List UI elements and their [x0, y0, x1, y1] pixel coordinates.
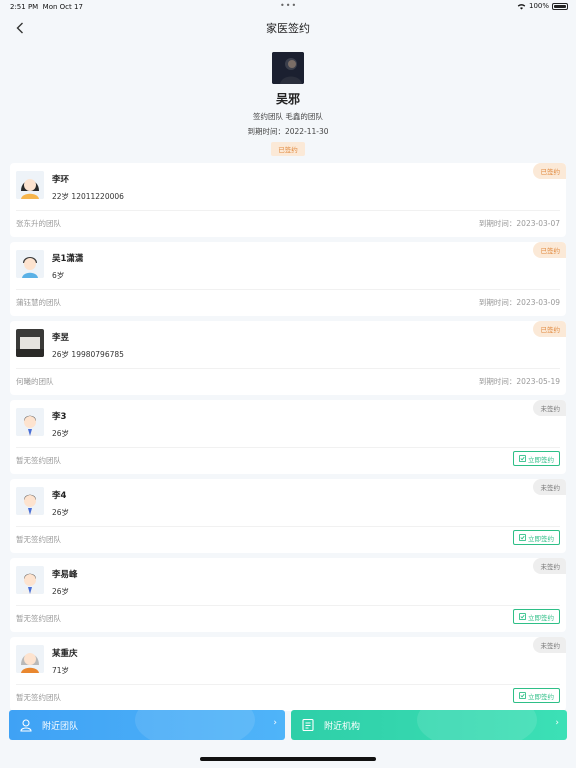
divider	[16, 368, 560, 369]
status-badge: 未签约	[532, 558, 566, 574]
member-info: 26岁	[52, 587, 70, 596]
document-icon	[300, 717, 316, 733]
wifi-icon	[517, 3, 526, 10]
nearby-institution-button[interactable]: 附近机构 ›	[291, 710, 567, 740]
status-badge: 已签约	[532, 163, 566, 179]
sign-now-label: 立即签约	[528, 692, 554, 701]
profile-team: 签约团队 毛鑫的团队	[253, 112, 323, 121]
member-team: 何曦的团队	[16, 377, 54, 386]
member-expire: 到期时间：2023-03-07	[478, 219, 560, 228]
member-name: 李昱	[52, 333, 70, 343]
profile-header: 吴邪 签约团队 毛鑫的团队 到期时间：2022-11-30 已签约	[0, 52, 576, 156]
member-expire: 到期时间：2023-03-09	[478, 298, 560, 307]
member-card[interactable]: 吴1潇潇 6岁 蒲钰慧的团队 到期时间：2023-03-09 已签约	[10, 242, 566, 316]
member-card[interactable]: 李昱 26岁 19980796785 何曦的团队 到期时间：2023-05-19…	[10, 321, 566, 395]
chevron-right-icon: ›	[555, 718, 559, 728]
sign-now-label: 立即签约	[528, 455, 554, 464]
avatar	[16, 645, 44, 673]
member-name: 李易峰	[52, 570, 78, 580]
profile-name: 吴邪	[275, 92, 300, 106]
sign-now-label: 立即签约	[528, 534, 554, 543]
member-info: 26岁 19980796785	[52, 350, 124, 359]
status-badge: 已签约	[532, 242, 566, 258]
status-badge: 已签约	[532, 321, 566, 337]
profile-expire: 到期时间：2022-11-30	[247, 127, 329, 136]
member-team: 暂无签约团队	[16, 456, 61, 465]
member-name: 李3	[52, 412, 67, 422]
sign-now-button[interactable]: 立即签约	[513, 451, 560, 466]
status-right: 100%	[517, 2, 568, 10]
member-name: 李4	[52, 491, 67, 501]
status-badge: 未签约	[532, 400, 566, 416]
status-badge: 已签约	[271, 142, 305, 156]
member-team: 暂无签约团队	[16, 614, 61, 623]
status-badge: 未签约	[532, 479, 566, 495]
page-title: 家医签约	[266, 22, 310, 35]
member-info: 22岁 12011220006	[52, 192, 124, 201]
member-card[interactable]: 李易峰 26岁 暂无签约团队 未签约 立即签约	[10, 558, 566, 632]
avatar	[16, 171, 44, 199]
divider	[16, 447, 560, 448]
avatar	[16, 250, 44, 278]
avatar	[16, 566, 44, 594]
member-name: 吴1潇潇	[52, 254, 84, 264]
check-square-icon	[519, 692, 526, 699]
member-card[interactable]: 某重庆 71岁 暂无签约团队 未签约 立即签约	[10, 637, 566, 711]
avatar	[16, 487, 44, 515]
chevron-right-icon: ›	[273, 718, 277, 728]
member-info: 26岁	[52, 429, 70, 438]
member-team: 张东升的团队	[16, 219, 61, 228]
nav-bar: 家医签约	[0, 14, 576, 42]
home-indicator[interactable]	[200, 757, 376, 761]
check-square-icon	[519, 613, 526, 620]
multitask-dots[interactable]: •••	[280, 1, 297, 10]
battery-icon	[552, 2, 568, 10]
member-expire: 到期时间：2023-05-19	[478, 377, 560, 386]
nearby-team-button[interactable]: 附近团队 ›	[9, 710, 285, 740]
decor-shape	[135, 710, 255, 740]
member-team: 蒲钰慧的团队	[16, 298, 61, 307]
sign-now-button[interactable]: 立即签约	[513, 530, 560, 545]
member-name: 某重庆	[52, 649, 78, 659]
decor-shape	[417, 710, 537, 740]
member-card[interactable]: 李4 26岁 暂无签约团队 未签约 立即签约	[10, 479, 566, 553]
nearby-institution-label: 附近机构	[324, 721, 361, 732]
member-info: 26岁	[52, 508, 70, 517]
divider	[16, 289, 560, 290]
avatar[interactable]	[272, 52, 304, 84]
check-square-icon	[519, 455, 526, 462]
divider	[16, 210, 560, 211]
sign-now-label: 立即签约	[528, 613, 554, 622]
status-time: 2:51 PM Mon Oct 17	[10, 3, 83, 11]
avatar	[16, 329, 44, 357]
member-name: 李环	[52, 175, 70, 185]
status-badge: 未签约	[532, 637, 566, 653]
member-info: 71岁	[52, 666, 70, 675]
person-icon	[18, 717, 34, 733]
sign-now-button[interactable]: 立即签约	[513, 688, 560, 703]
status-bar: 2:51 PM Mon Oct 17 ••• 100%	[0, 0, 576, 14]
divider	[16, 684, 560, 685]
check-square-icon	[519, 534, 526, 541]
member-info: 6岁	[52, 271, 65, 280]
member-team: 暂无签约团队	[16, 693, 61, 702]
divider	[16, 605, 560, 606]
member-card[interactable]: 李3 26岁 暂无签约团队 未签约 立即签约	[10, 400, 566, 474]
member-team: 暂无签约团队	[16, 535, 61, 544]
member-card[interactable]: 李环 22岁 12011220006 张东升的团队 到期时间：2023-03-0…	[10, 163, 566, 237]
divider	[16, 526, 560, 527]
battery-percent: 100%	[528, 2, 549, 10]
avatar	[16, 408, 44, 436]
nearby-team-label: 附近团队	[42, 721, 79, 732]
sign-now-button[interactable]: 立即签约	[513, 609, 560, 624]
